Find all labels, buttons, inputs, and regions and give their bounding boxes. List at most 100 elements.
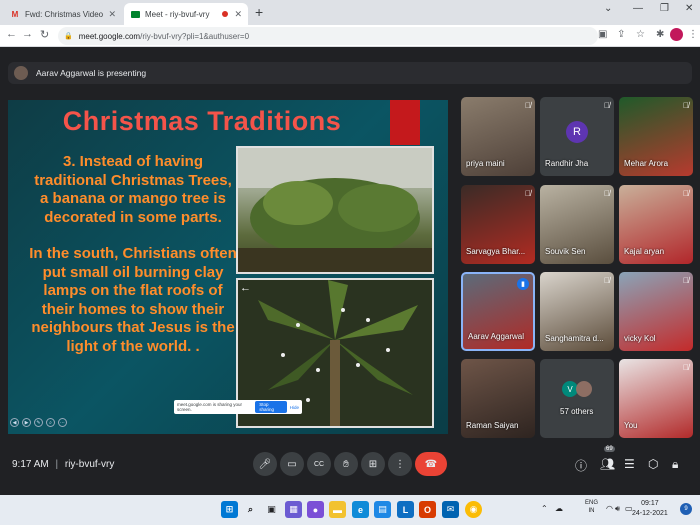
forward-icon[interactable]: → [22, 28, 33, 40]
meet-icon [130, 9, 140, 19]
system-clock[interactable]: 09:17 24-12-2021 [632, 499, 668, 519]
clock-date: 24-12-2021 [632, 510, 668, 517]
participant-tile-speaking[interactable]: ▮ Aarav Aggarwal [461, 272, 535, 351]
hide-button[interactable]: Hide [290, 405, 299, 410]
teams-chat-icon[interactable]: ● [307, 501, 324, 518]
more-vert-icon: ⋮ [395, 458, 405, 470]
chevron-up-icon[interactable]: ⌃ [541, 504, 548, 513]
participant-tile[interactable]: 🎙̸ vicky Kol [619, 272, 693, 351]
people-icon[interactable]: 👥︎ [600, 457, 615, 471]
share-icon[interactable]: ⇪ [617, 29, 625, 40]
more-options-button[interactable]: ⋮ [388, 452, 412, 476]
close-icon[interactable]: ✕ [234, 9, 242, 20]
meeting-time: 9:17 AM [12, 459, 49, 470]
new-tab-icon[interactable]: + [255, 4, 263, 20]
notification-badge[interactable]: 9 [680, 503, 692, 515]
present-icon: ⊞ [368, 458, 378, 470]
participant-name: Raman Saiyan [466, 421, 519, 430]
search-icon[interactable]: ⌕ [242, 501, 259, 518]
profile-avatar[interactable] [670, 28, 683, 41]
address-bar[interactable]: 🔒 meet.google.com /riy-bvuf-vry?pli=1&au… [58, 27, 598, 45]
minimize-icon[interactable]: — [633, 3, 643, 14]
participant-tile[interactable]: Raman Saiyan [461, 359, 535, 438]
self-tile[interactable]: 🎙̸ You [619, 359, 693, 438]
store-icon[interactable]: ▤ [374, 501, 391, 518]
stop-sharing-button[interactable]: Stop sharing [255, 401, 287, 413]
bookmark-star-icon[interactable]: ☆ [636, 29, 645, 40]
gmail-icon: M [11, 9, 19, 19]
app-l-icon[interactable]: L [397, 501, 414, 518]
meeting-code: riy-bvuf-vry [64, 459, 115, 470]
microphone-icon: 🎤︎ [258, 458, 272, 470]
participant-tile[interactable]: 🎙̸ Sanghamitra d... [540, 272, 614, 351]
others-tile[interactable]: V 57 others [540, 359, 614, 438]
address-toolbar: ← → ↻ 🔒 meet.google.com /riy-bvuf-vry?pl… [0, 25, 700, 47]
region-code: IN [588, 508, 595, 514]
widgets-icon[interactable]: ▦ [285, 501, 302, 518]
share-text: meet.google.com is sharing your screen. [177, 402, 243, 412]
tab-gmail[interactable]: M Fwd: Christmas Video Group A a ✕ [4, 3, 122, 25]
tab-meet[interactable]: Meet - riy-bvuf-vry ✕ [124, 3, 248, 25]
url-host: meet.google.com [78, 31, 141, 41]
participant-name: Mehar Arora [624, 159, 669, 168]
reload-icon[interactable]: ↻ [40, 28, 49, 41]
slide-photo-tree [236, 146, 434, 274]
wifi-icon[interactable]: ◠ [606, 504, 613, 513]
captions-icon: CC [313, 460, 325, 468]
task-view-icon[interactable]: ▣ [263, 501, 280, 518]
edge-browser-icon[interactable]: e [352, 501, 369, 518]
captions-button[interactable]: CC [307, 452, 331, 476]
windows-start-icon[interactable]: ⊞ [221, 501, 238, 518]
menu-icon[interactable]: ⋮ [688, 29, 698, 40]
next-slide-icon[interactable]: ▶ [22, 418, 31, 427]
camera-button[interactable]: ▭ [280, 452, 304, 476]
participant-name: Sanghamitra d... [545, 334, 604, 343]
chrome-icon[interactable]: ◉ [465, 501, 482, 518]
slide-body: 3. Instead of having traditional Christm… [28, 153, 238, 356]
slide-paragraph: 3. Instead of having traditional Christm… [34, 153, 232, 226]
extensions-icon[interactable]: ✱ [656, 29, 664, 40]
slide-controls: ◀ ▶ ✎ ⌕ ⋯ [10, 418, 67, 427]
mic-off-icon: 🎙̸ [604, 189, 610, 198]
hand-icon: ✋︎ [343, 458, 349, 470]
screen-share-bar: meet.google.com is sharing your screen. … [174, 400, 302, 414]
mic-off-icon: 🎙̸ [683, 101, 689, 110]
host-controls-icon[interactable]: 🔒︎ [672, 457, 678, 472]
participant-tile[interactable]: 🎙̸ Souvik Sen [540, 185, 614, 264]
slide-title: Christmas Traditions [62, 106, 342, 136]
participant-tile[interactable]: 🎙̸ Mehar Arora [619, 97, 693, 176]
more-icon[interactable]: ⋯ [58, 418, 67, 427]
participant-tile[interactable]: 🎙̸ Kajal aryan [619, 185, 693, 264]
restore-icon[interactable]: ❐ [660, 3, 669, 14]
chat-icon[interactable]: ☰ [624, 457, 635, 471]
info-icon[interactable]: ⓘ [575, 457, 587, 474]
present-button[interactable]: ⊞ [361, 452, 385, 476]
activities-icon[interactable]: ⬡ [648, 457, 658, 471]
participant-name: Kajal aryan [624, 247, 665, 256]
pen-icon[interactable]: ✎ [34, 418, 43, 427]
window-close-icon[interactable]: ✕ [685, 3, 693, 14]
participant-tile[interactable]: 🎙̸ Sarvagya Bhar... [461, 185, 535, 264]
microphone-button[interactable]: 🎤︎ [253, 452, 277, 476]
file-explorer-icon[interactable]: ▬ [329, 501, 346, 518]
url-path: /riy-bvuf-vry?pli=1&authuser=0 [140, 31, 250, 41]
slide-paragraph: In the south, Christians often put small… [29, 245, 237, 355]
volume-icon[interactable]: 🔊︎ [615, 504, 620, 514]
zoom-icon[interactable]: ⌕ [46, 418, 55, 427]
participant-name: Randhir Jha [545, 159, 589, 168]
participant-tile[interactable]: 🎙̸ priya maini [461, 97, 535, 176]
back-icon[interactable]: ← [6, 28, 17, 40]
tree-image [238, 148, 432, 272]
office-icon[interactable]: O [419, 501, 436, 518]
participant-name: Souvik Sen [545, 247, 586, 256]
mail-icon[interactable]: ✉ [442, 501, 459, 518]
tab-search-icon[interactable]: ⌄ [604, 3, 612, 14]
leave-call-button[interactable]: ☎︎ [415, 452, 447, 476]
cloud-icon[interactable]: ☁ [555, 504, 563, 513]
close-icon[interactable]: ✕ [108, 9, 116, 20]
raise-hand-button[interactable]: ✋︎ [334, 452, 358, 476]
previous-slide-icon[interactable]: ◀ [10, 418, 19, 427]
participant-tile[interactable]: 🎙̸ R Randhir Jha [540, 97, 614, 176]
camera-in-use-icon[interactable]: ▣ [598, 29, 607, 40]
language-indicator[interactable]: ENG IN [585, 499, 598, 515]
